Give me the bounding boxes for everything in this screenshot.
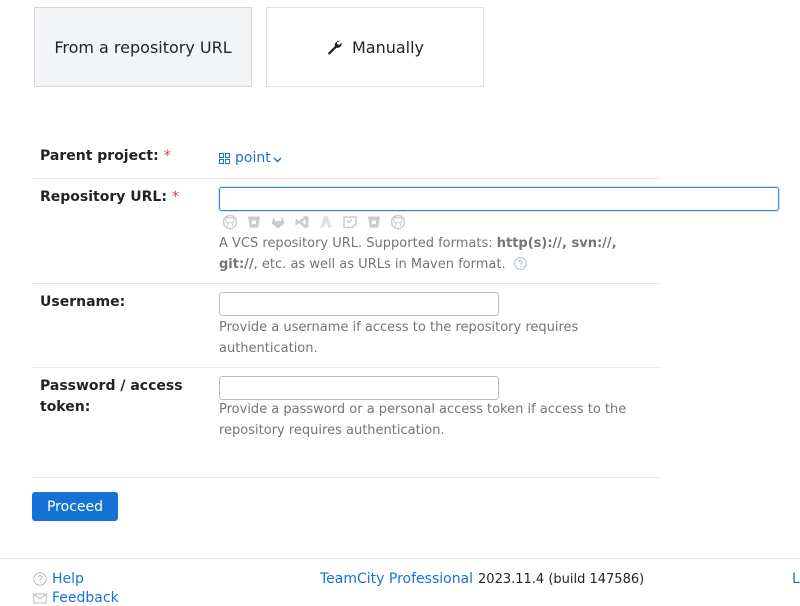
footer-version-info: TeamCity Professional 2023.11.4 (build 1… — [320, 571, 644, 587]
bitbucket-server-icon[interactable] — [366, 214, 382, 230]
repository-url-hint-prefix: A VCS repository URL. Supported formats: — [219, 236, 497, 251]
row-divider — [32, 283, 659, 284]
manually-tab[interactable]: Manually — [266, 7, 484, 87]
repository-url-hint: A VCS repository URL. Supported formats:… — [219, 233, 659, 275]
envelope-icon — [33, 593, 47, 604]
repository-url-label: Repository URL: * — [40, 187, 179, 208]
repository-url-hint-suffix: , etc. as well as URLs in Maven format. — [253, 257, 506, 272]
required-mark: * — [171, 189, 179, 205]
feedback-link-label: Feedback — [52, 590, 119, 606]
azure-devops-icon[interactable] — [318, 214, 334, 230]
row-divider — [32, 367, 659, 368]
visual-studio-icon[interactable] — [294, 214, 310, 230]
password-hint: Provide a password or a personal access … — [219, 402, 627, 438]
help-circle-icon — [33, 572, 47, 586]
version-text: 2023.11.4 (build 147586) — [478, 572, 645, 587]
from-repository-url-tab[interactable]: From a repository URL — [34, 7, 252, 87]
gitlab-icon[interactable] — [270, 214, 286, 230]
github-icon[interactable] — [222, 214, 238, 230]
parent-project-label-text: Parent project: — [40, 148, 159, 164]
username-input[interactable] — [219, 292, 499, 316]
username-hint: Provide a username if access to the repo… — [219, 320, 579, 356]
repository-url-input[interactable] — [219, 187, 779, 211]
vcs-provider-icons — [222, 214, 406, 230]
bitbucket-icon[interactable] — [246, 214, 262, 230]
codecommit-icon[interactable] — [342, 214, 358, 230]
help-link-label: Help — [52, 571, 84, 587]
repository-url-label-text: Repository URL: — [40, 189, 167, 205]
help-question-icon[interactable] — [513, 257, 527, 270]
row-divider — [32, 178, 659, 179]
required-mark: * — [163, 148, 171, 164]
parent-project-selector[interactable]: point — [219, 149, 282, 167]
password-input[interactable] — [219, 376, 499, 400]
wrench-icon — [328, 41, 342, 55]
proceed-button[interactable]: Proceed — [32, 492, 118, 521]
parent-project-label: Parent project: * — [40, 146, 171, 167]
help-link[interactable]: Help — [33, 571, 84, 587]
password-label: Password / access token: — [40, 378, 183, 415]
row-divider — [32, 477, 659, 478]
footer-divider — [0, 558, 800, 559]
from-repository-url-label: From a repository URL — [54, 37, 232, 57]
footer-edge-link[interactable]: L — [792, 571, 800, 587]
manually-label: Manually — [351, 37, 425, 57]
feedback-link[interactable]: Feedback — [33, 590, 119, 606]
username-label: Username: — [40, 294, 126, 310]
product-link[interactable]: TeamCity Professional — [320, 571, 473, 587]
parent-project-value: point — [235, 150, 271, 166]
chevron-down-icon — [273, 157, 282, 162]
project-grid-icon — [219, 152, 230, 164]
github-enterprise-icon[interactable] — [390, 214, 406, 230]
